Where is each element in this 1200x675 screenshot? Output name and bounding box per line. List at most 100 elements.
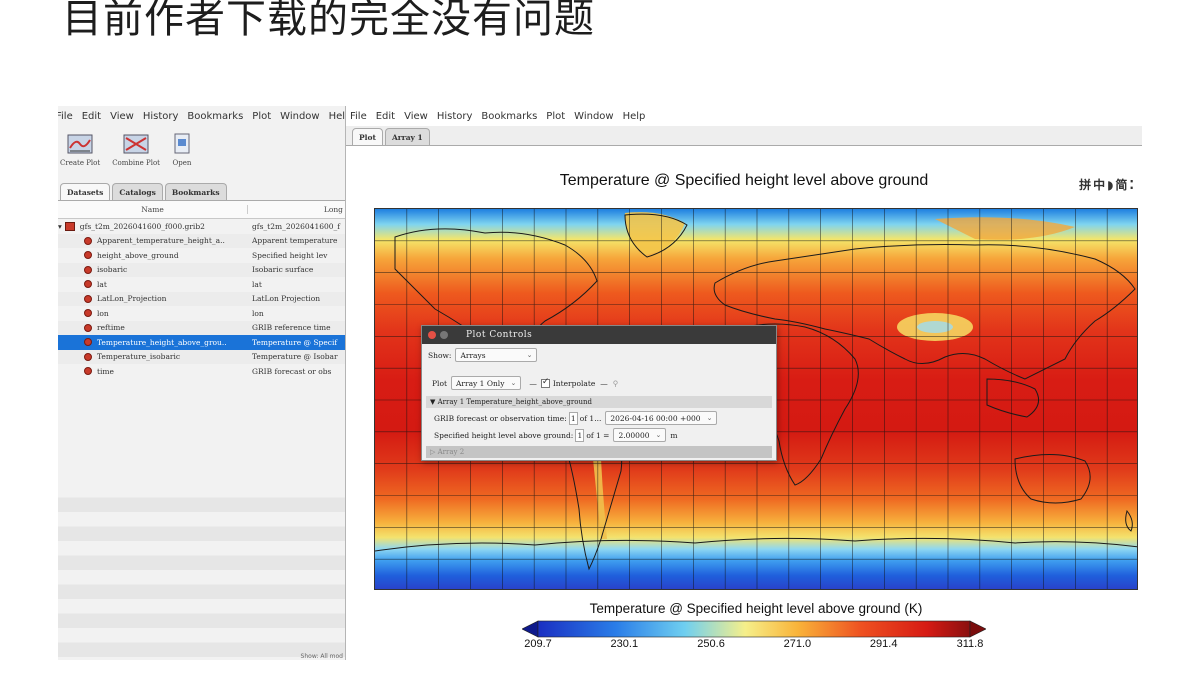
row-name: Apparent_temperature_height_a.. xyxy=(97,236,225,246)
chevron-down-icon: ⌄ xyxy=(655,431,662,439)
array-2-header[interactable]: ▷ Array 2 xyxy=(426,446,772,458)
plot-tabs: Plot Array 1 xyxy=(346,126,1142,146)
column-long[interactable]: Long xyxy=(248,205,345,214)
tab-bookmarks[interactable]: Bookmarks xyxy=(164,183,227,200)
dataset-table-header: Name Long xyxy=(58,201,345,219)
empty-rows xyxy=(58,483,345,660)
dialog-titlebar[interactable]: Plot Controls xyxy=(422,326,776,344)
dataset-window: File Edit View History Bookmarks Plot Wi… xyxy=(58,106,346,660)
show-select[interactable]: Arrays ⌄ xyxy=(455,348,538,362)
close-icon[interactable] xyxy=(428,331,436,339)
menu-file[interactable]: File xyxy=(58,111,73,122)
dataset-tree: ▾ gfs_t2m_2026041600_f000.grib2 gfs_t2m_20… xyxy=(58,219,345,379)
array-1-header[interactable]: ▼ Array 1 Temperature_height_above_groun… xyxy=(426,396,772,408)
table-row[interactable]: time GRIB forecast or obs xyxy=(58,364,345,379)
row-long-name: Temperature @ Isobar xyxy=(252,352,338,362)
link-icon[interactable]: ⚲ xyxy=(613,379,619,388)
table-row[interactable]: height_above_ground Specified height lev xyxy=(58,248,345,263)
height-select[interactable]: 2.00000 ⌄ xyxy=(613,428,667,442)
expand-icon[interactable]: ▾ xyxy=(58,222,62,231)
tab-array-1[interactable]: Array 1 xyxy=(384,128,430,145)
chevron-down-icon: ⌄ xyxy=(526,351,533,359)
column-name[interactable]: Name xyxy=(58,205,248,214)
row-long-name: GRIB forecast or obs xyxy=(252,366,332,376)
menu-history[interactable]: History xyxy=(143,111,179,122)
variable-icon xyxy=(84,251,92,260)
ime-toolbar[interactable]: 拼中◗简⁚ xyxy=(1079,176,1136,193)
menu-edit[interactable]: Edit xyxy=(82,111,101,122)
open-button[interactable]: Open xyxy=(172,132,192,167)
menu-plot[interactable]: Plot xyxy=(252,111,271,122)
chevron-down-icon: ⌄ xyxy=(706,414,713,422)
table-row[interactable]: ▾ gfs_t2m_2026041600_f000.grib2 gfs_t2m_20… xyxy=(58,219,345,234)
plot-title: Temperature @ Specified height level abo… xyxy=(559,172,929,189)
variable-icon xyxy=(84,352,92,361)
row-name: gfs_t2m_2026041600_f000.grib2 xyxy=(79,221,205,231)
table-row[interactable]: lon lon xyxy=(58,306,345,321)
interpolate-checkbox[interactable] xyxy=(540,377,550,388)
row-long-name: Isobaric surface xyxy=(252,265,314,275)
menu-view[interactable]: View xyxy=(404,111,428,122)
row-name: lon xyxy=(97,308,109,318)
table-row[interactable]: reftime GRIB reference time xyxy=(58,320,345,335)
menu-edit[interactable]: Edit xyxy=(376,111,395,122)
menu-help[interactable]: Help xyxy=(329,111,345,122)
tab-plot[interactable]: Plot xyxy=(352,128,383,145)
row-long-name: LatLon Projection xyxy=(252,294,321,304)
colorbar-tick-label: 271.0 xyxy=(783,638,812,650)
dialog-title: Plot Controls xyxy=(466,330,533,340)
row-long-name: Specified height lev xyxy=(252,250,328,260)
plot-select[interactable]: Array 1 Only ⌄ xyxy=(450,376,522,390)
show-row: Show: Arrays ⌄ xyxy=(428,348,541,362)
create-plot-button[interactable]: Create Plot xyxy=(60,132,100,167)
height-of: of 1 = xyxy=(586,430,610,440)
table-row[interactable]: Temperature_height_above_grou.. Temperatu… xyxy=(58,335,345,350)
tab-datasets[interactable]: Datasets xyxy=(60,183,111,200)
interpolate-label: Interpolate xyxy=(552,378,596,388)
row-name: reftime xyxy=(97,323,125,333)
show-label: Show: xyxy=(428,350,452,360)
page-caption: 目前作者下载的完全没有问题 xyxy=(62,0,595,42)
minimize-icon[interactable] xyxy=(440,331,448,339)
variable-icon xyxy=(84,280,92,289)
time-label: GRIB forecast or observation time: xyxy=(434,413,567,423)
row-long-name: gfs_t2m_2026041600_f xyxy=(252,221,341,231)
menu-history[interactable]: History xyxy=(437,111,473,122)
table-row[interactable]: LatLon_Projection LatLon Projection xyxy=(58,291,345,306)
table-row[interactable]: Apparent_temperature_height_a.. Apparent … xyxy=(58,233,345,248)
height-index-input[interactable]: 1 xyxy=(575,428,585,442)
plot-label: Plot xyxy=(432,378,447,388)
combine-plot-button[interactable]: Combine Plot xyxy=(112,132,160,167)
time-select[interactable]: 2026-04-16 00:00 +000 ⌄ xyxy=(605,411,718,425)
right-menubar: File Edit View History Bookmarks Plot Wi… xyxy=(346,106,1142,126)
row-long-name: Temperature @ Specif xyxy=(252,337,338,347)
variable-icon xyxy=(84,309,92,318)
variable-icon xyxy=(84,294,92,303)
row-name: Temperature_isobaric xyxy=(97,352,181,362)
plot-row: Plot Array 1 Only⌄ — Interpolate — ⚲ xyxy=(432,376,618,390)
table-row[interactable]: isobaric Isobaric surface xyxy=(58,262,345,277)
table-row[interactable]: lat lat xyxy=(58,277,345,292)
time-of: of 1... xyxy=(579,413,602,423)
table-row[interactable]: Temperature_isobaric Temperature @ Isobar xyxy=(58,349,345,364)
menu-view[interactable]: View xyxy=(110,111,134,122)
tab-catalogs[interactable]: Catalogs xyxy=(112,183,163,200)
menu-plot[interactable]: Plot xyxy=(546,111,565,122)
menu-help[interactable]: Help xyxy=(623,111,646,122)
menu-bookmarks[interactable]: Bookmarks xyxy=(187,111,243,122)
left-toolbar: Create Plot Combine Plot Open xyxy=(58,126,345,181)
menu-window[interactable]: Window xyxy=(574,111,613,122)
row-name: LatLon_Projection xyxy=(97,294,167,304)
row-name: Temperature_height_above_grou.. xyxy=(97,337,227,347)
menu-window[interactable]: Window xyxy=(280,111,319,122)
chevron-down-icon: ⌄ xyxy=(510,379,517,387)
variable-icon xyxy=(84,236,92,245)
row-name: height_above_ground xyxy=(97,250,179,260)
left-menubar: File Edit View History Bookmarks Plot Wi… xyxy=(58,106,345,126)
variable-icon xyxy=(84,338,92,347)
show-filter[interactable]: Show: All mod xyxy=(301,653,343,660)
colorbar xyxy=(522,620,986,638)
menu-bookmarks[interactable]: Bookmarks xyxy=(481,111,537,122)
menu-file[interactable]: File xyxy=(350,111,367,122)
time-index-input[interactable]: 1 xyxy=(568,411,578,425)
